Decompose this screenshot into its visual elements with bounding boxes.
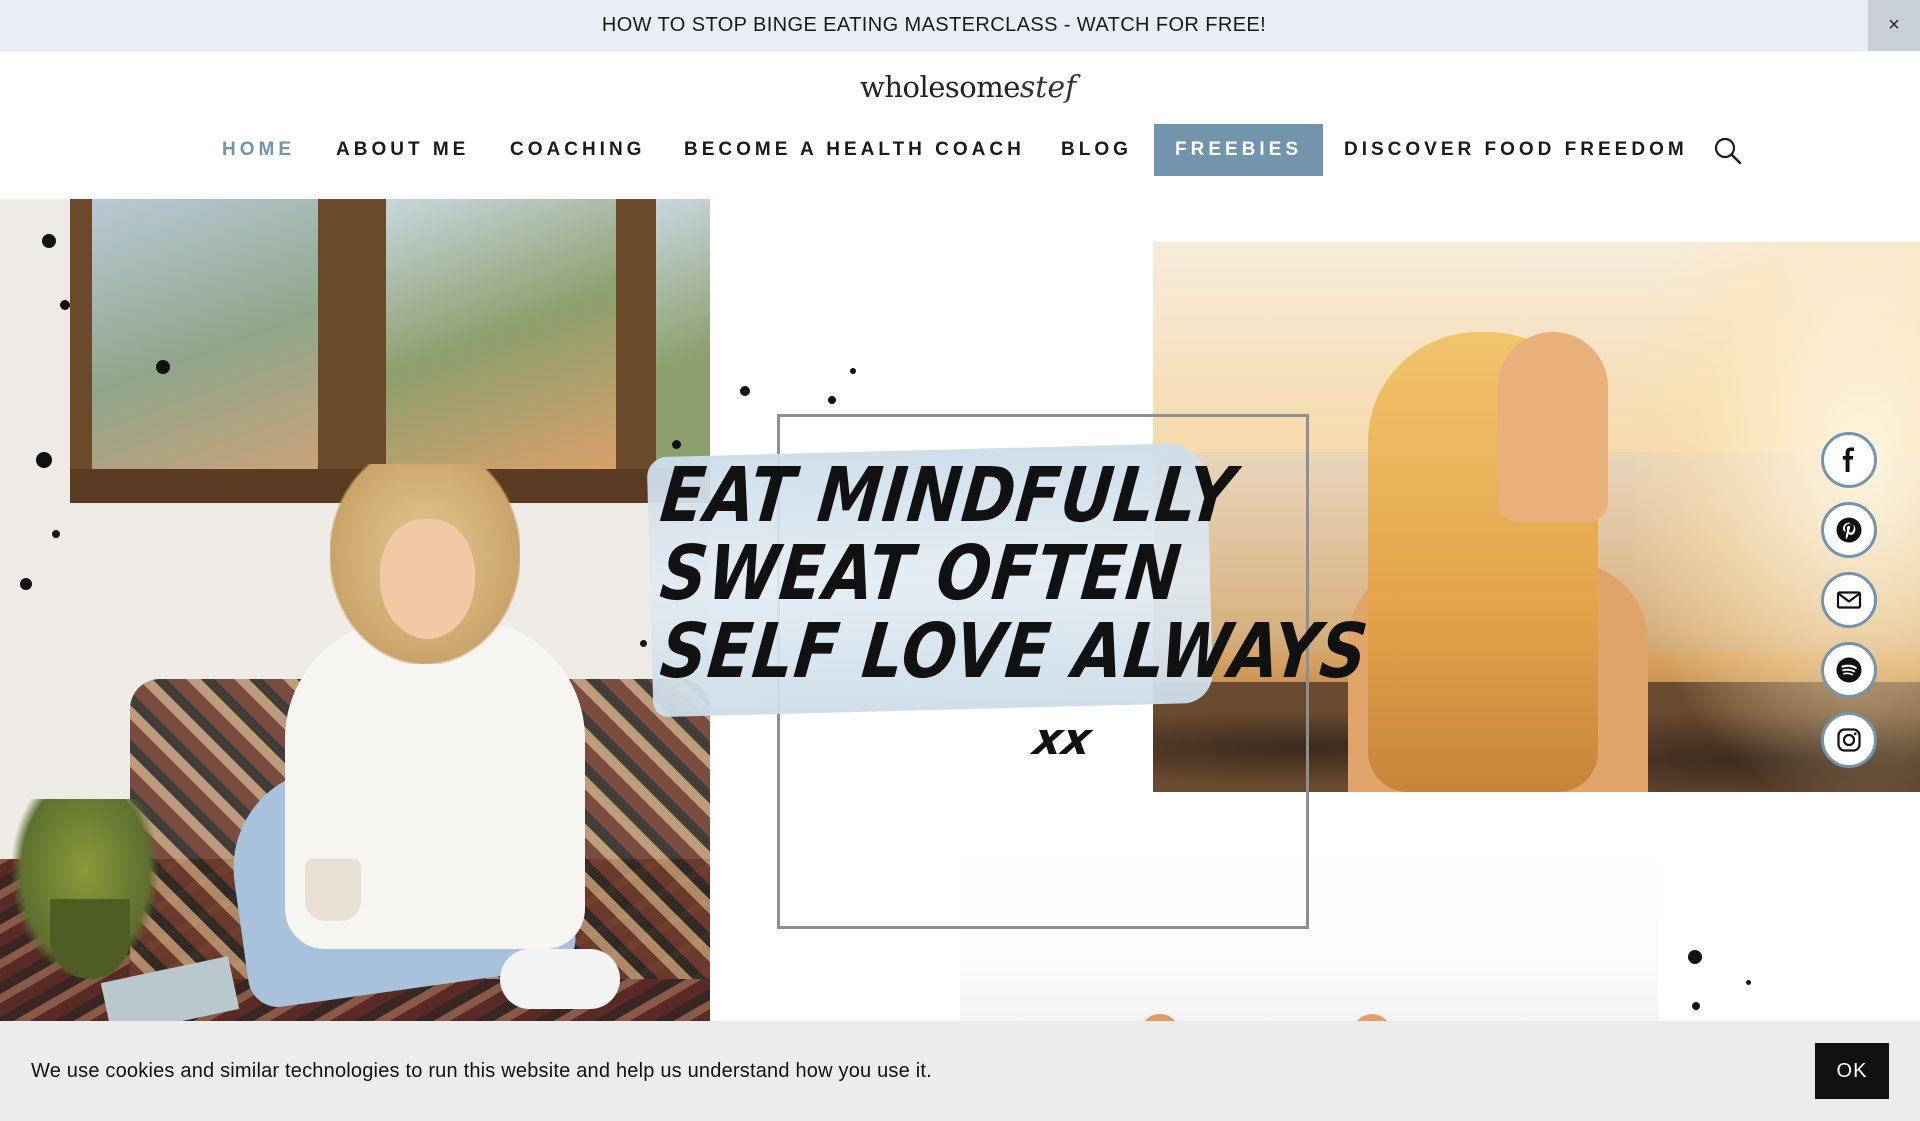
instagram-icon[interactable]: [1821, 712, 1877, 768]
nav-item-discover-food-freedom[interactable]: DISCOVER FOOD FREEDOM: [1344, 124, 1688, 176]
main-nav: HOME ABOUT ME COACHING BECOME A HEALTH C…: [0, 124, 1920, 176]
logo-wordmark: wholesome: [860, 70, 1020, 104]
announcement-link[interactable]: HOW TO STOP BINGE EATING MASTERCLASS - W…: [0, 0, 1868, 51]
cookie-message: We use cookies and similar technologies …: [31, 1060, 932, 1082]
site-logo[interactable]: wholesomestef: [860, 70, 1076, 116]
social-sidebar: [1821, 432, 1879, 782]
nav-item-about-me[interactable]: ABOUT ME: [336, 124, 469, 176]
email-icon[interactable]: [1821, 572, 1877, 628]
close-announcement-button[interactable]: ×: [1868, 0, 1920, 51]
nav-item-blog[interactable]: BLOG: [1061, 124, 1132, 176]
nav-item-freebies[interactable]: FREEBIES: [1154, 124, 1324, 176]
hero-photo-woman-sitting: [0, 199, 710, 1023]
cookie-ok-button[interactable]: OK: [1815, 1043, 1889, 1099]
nav-item-become-a-health-coach[interactable]: BECOME A HEALTH COACH: [684, 124, 1025, 176]
search-icon[interactable]: [1712, 135, 1744, 167]
facebook-icon[interactable]: [1821, 432, 1877, 488]
cookie-banner: We use cookies and similar technologies …: [0, 1021, 1920, 1121]
spotify-icon[interactable]: [1821, 642, 1877, 698]
hero-quote: EAT MINDFULLY SWEAT OFTEN SELF LOVE ALWA…: [657, 450, 1373, 695]
nav-item-home[interactable]: HOME: [222, 124, 295, 176]
pinterest-icon[interactable]: [1821, 502, 1877, 558]
quote-line-3: SELF LOVE ALWAYS: [656, 608, 1373, 696]
announcement-bar: HOW TO STOP BINGE EATING MASTERCLASS - W…: [0, 0, 1920, 51]
quote-signature: xx: [1029, 714, 1096, 765]
logo-script: stef: [1019, 70, 1077, 105]
nav-item-coaching[interactable]: COACHING: [510, 124, 645, 176]
